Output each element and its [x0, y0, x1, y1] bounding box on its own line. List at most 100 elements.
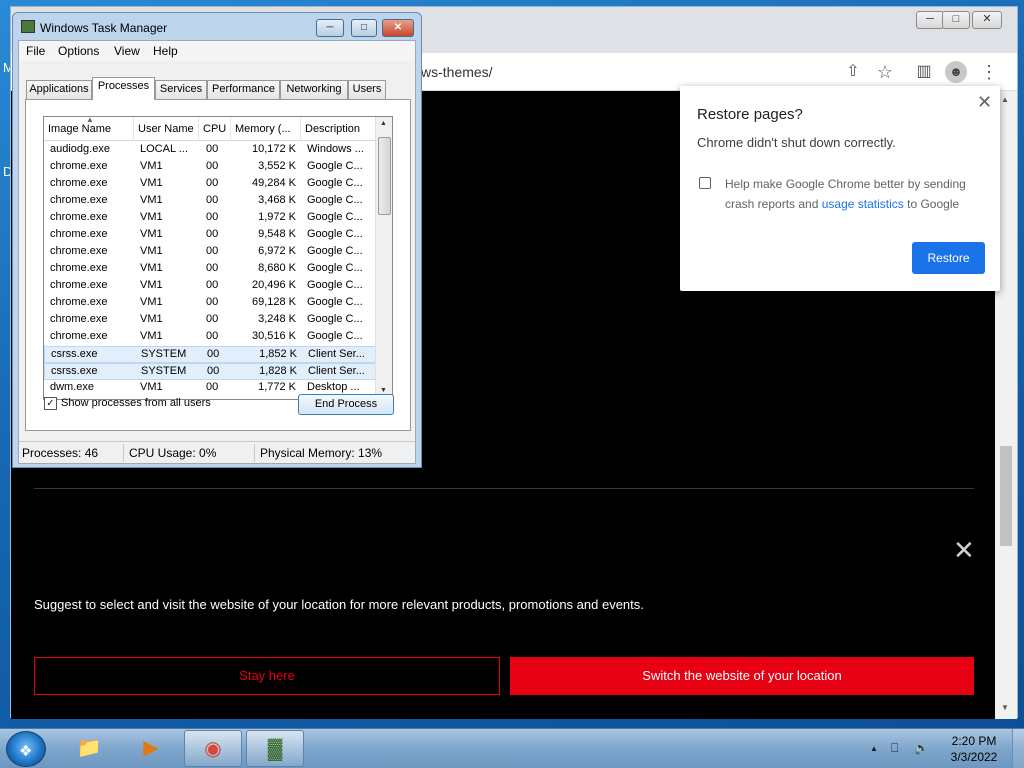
close-icon[interactable]: ✕ — [953, 537, 975, 563]
table-row[interactable]: chrome.exe VM1 00 3,248 K Google C... — [44, 312, 377, 329]
scroll-thumb[interactable] — [1000, 446, 1012, 546]
table-row[interactable]: csrss.exe SYSTEM 00 1,828 K Client Ser... — [44, 363, 377, 380]
cell-memory: 3,468 K — [258, 194, 296, 206]
cell-memory: 6,972 K — [258, 245, 296, 257]
process-list[interactable]: ▲ Image Name User Name CPU Memory (... D… — [43, 116, 393, 400]
address-bar-url[interactable]: ws-themes/ — [421, 64, 493, 80]
column-description[interactable]: Description — [301, 117, 377, 141]
chrome-icon[interactable]: ◉ — [184, 730, 242, 767]
table-row[interactable]: chrome.exe VM1 00 6,972 K Google C... — [44, 244, 377, 261]
location-suggestion-text: Suggest to select and visit the website … — [34, 597, 644, 612]
cell-image-name: chrome.exe — [50, 177, 108, 189]
stay-here-button[interactable]: Stay here — [34, 657, 500, 695]
column-image-name[interactable]: ▲ Image Name — [44, 117, 134, 141]
table-row[interactable]: chrome.exe VM1 00 9,548 K Google C... — [44, 227, 377, 244]
side-panel-icon[interactable]: ▥ — [913, 61, 935, 83]
dialog-subtitle: Chrome didn't shut down correctly. — [697, 135, 896, 150]
menu-icon[interactable]: ⋮ — [978, 61, 1000, 83]
cell-image-name: chrome.exe — [50, 262, 108, 274]
cell-image-name: csrss.exe — [51, 365, 98, 377]
scroll-down-icon[interactable]: ▼ — [380, 387, 387, 394]
table-row[interactable]: chrome.exe VM1 00 8,680 K Google C... — [44, 261, 377, 278]
table-row[interactable]: chrome.exe VM1 00 49,284 K Google C... — [44, 176, 377, 193]
clock-date: 3/3/2022 — [950, 750, 998, 764]
tab-networking[interactable]: Networking — [280, 80, 348, 99]
table-row[interactable]: audiodg.exe LOCAL ... 00 10,172 K Windows ..… — [44, 142, 377, 159]
network-icon[interactable]: ⎕ — [891, 741, 898, 756]
menu-help[interactable]: Help — [153, 44, 178, 58]
star-icon[interactable]: ☆ — [874, 61, 896, 83]
cell-cpu: 00 — [206, 211, 219, 223]
show-desktop-button[interactable] — [1012, 729, 1024, 768]
end-process-button[interactable]: End Process — [298, 394, 394, 415]
show-all-users-checkbox[interactable]: ✓ — [44, 397, 57, 410]
table-row[interactable]: chrome.exe VM1 00 69,128 K Google C... — [44, 295, 377, 312]
cell-user-name: VM1 — [140, 296, 163, 308]
table-row[interactable]: chrome.exe VM1 00 30,516 K Google C... — [44, 329, 377, 346]
tab-applications[interactable]: Applications — [26, 80, 92, 99]
minimize-button[interactable]: ─ — [316, 19, 344, 37]
column-user-name[interactable]: User Name — [134, 117, 199, 141]
cell-cpu: 00 — [206, 279, 219, 291]
task-manager-window: Windows Task Manager ─ □ ✕ File Options … — [12, 12, 422, 468]
restore-button[interactable]: Restore — [912, 242, 985, 274]
menu-file[interactable]: File — [26, 44, 45, 58]
cell-image-name: chrome.exe — [50, 279, 108, 291]
status-bar: Processes: 46 CPU Usage: 0% Physical Mem… — [19, 441, 415, 463]
explorer-icon[interactable]: 📁 — [60, 730, 118, 767]
cell-description: Google C... — [307, 228, 363, 240]
cell-cpu: 00 — [206, 381, 219, 393]
cell-image-name: chrome.exe — [50, 228, 108, 240]
scroll-down-icon[interactable]: ▼ — [1001, 703, 1009, 712]
tab-users[interactable]: Users — [348, 80, 386, 99]
status-separator — [254, 444, 255, 462]
cell-description: Google C... — [307, 313, 363, 325]
table-row[interactable]: chrome.exe VM1 00 3,468 K Google C... — [44, 193, 377, 210]
crash-report-checkbox[interactable] — [699, 177, 711, 189]
cell-cpu: 00 — [206, 296, 219, 308]
tab-processes[interactable]: Processes — [92, 77, 155, 100]
cell-user-name: LOCAL ... — [140, 143, 188, 155]
cell-description: Google C... — [307, 160, 363, 172]
scroll-thumb[interactable] — [378, 137, 391, 215]
usage-statistics-link[interactable]: usage statistics — [822, 197, 904, 211]
table-row[interactable]: chrome.exe VM1 00 1,972 K Google C... — [44, 210, 377, 227]
volume-icon[interactable]: 🔈 — [914, 741, 929, 755]
show-hidden-icons-icon[interactable]: ▲ — [870, 744, 878, 753]
close-button[interactable]: ✕ — [382, 19, 414, 37]
profile-icon[interactable]: ☻ — [945, 61, 967, 83]
column-memory[interactable]: Memory (... — [231, 117, 301, 141]
tab-performance[interactable]: Performance — [207, 80, 280, 99]
scroll-up-icon[interactable]: ▲ — [380, 120, 387, 127]
close-button[interactable]: ✕ — [972, 11, 1002, 29]
table-row[interactable]: chrome.exe VM1 00 3,552 K Google C... — [44, 159, 377, 176]
process-list-scrollbar[interactable]: ▲ ▼ — [375, 117, 392, 399]
maximize-button[interactable]: □ — [942, 11, 970, 29]
media-player-icon[interactable]: ▶ — [122, 730, 180, 767]
cell-memory: 20,496 K — [251, 279, 296, 291]
tab-services[interactable]: Services — [155, 80, 207, 99]
taskbar: ❖ 📁 ▶ ◉ ▓ ▲ ⎕ 🔈 2:20 PM 3/3/2022 — [0, 728, 1024, 768]
cell-description: Windows ... — [307, 143, 364, 155]
close-icon[interactable]: ✕ — [977, 92, 992, 113]
table-row[interactable]: chrome.exe VM1 00 20,496 K Google C... — [44, 278, 377, 295]
cell-image-name: chrome.exe — [50, 296, 108, 308]
menu-options[interactable]: Options — [58, 44, 99, 58]
start-button[interactable]: ❖ — [6, 731, 46, 767]
switch-website-button[interactable]: Switch the website of your location — [510, 657, 974, 695]
cell-description: Google C... — [307, 262, 363, 274]
cell-description: Google C... — [307, 177, 363, 189]
status-separator — [123, 444, 124, 462]
menu-view[interactable]: View — [114, 44, 140, 58]
cell-cpu: 00 — [206, 194, 219, 206]
maximize-button[interactable]: □ — [351, 19, 377, 37]
share-icon[interactable]: ⇧ — [842, 61, 864, 83]
cell-user-name: VM1 — [140, 194, 163, 206]
cell-user-name: VM1 — [140, 211, 163, 223]
table-row[interactable]: csrss.exe SYSTEM 00 1,852 K Client Ser... — [44, 346, 377, 363]
minimize-button[interactable]: ─ — [916, 11, 944, 29]
scroll-up-icon[interactable]: ▲ — [1001, 95, 1009, 104]
column-cpu[interactable]: CPU — [199, 117, 231, 141]
task-manager-icon[interactable]: ▓ — [246, 730, 304, 767]
clock[interactable]: 2:20 PM 3/3/2022 — [944, 733, 1004, 765]
